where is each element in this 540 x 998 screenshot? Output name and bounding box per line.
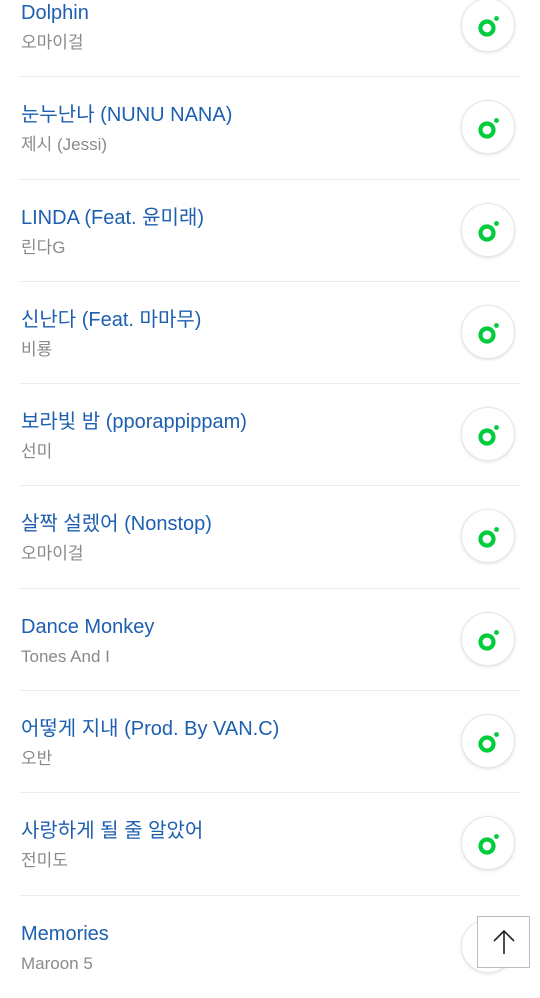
- song-artist[interactable]: 오마이걸: [21, 33, 84, 53]
- song-title[interactable]: 보라빛 밤 (pporappippam): [21, 410, 247, 434]
- list-item[interactable]: Dance Monkey Tones And I: [20, 589, 520, 692]
- song-artist[interactable]: 린다G: [21, 238, 66, 258]
- song-title[interactable]: Memories: [21, 922, 109, 946]
- list-item[interactable]: 신난다 (Feat. 마마무) 비룡: [20, 282, 520, 385]
- list-item[interactable]: 사랑하게 될 줄 알았어 전미도: [20, 793, 520, 896]
- song-artist[interactable]: Tones And I: [21, 647, 110, 667]
- song-title[interactable]: 눈누난나 (NUNU NANA): [21, 103, 232, 127]
- melon-play-button[interactable]: [461, 100, 515, 155]
- list-item[interactable]: 보라빛 밤 (pporappippam) 선미: [20, 384, 520, 487]
- melon-play-button[interactable]: [461, 202, 515, 257]
- melon-play-icon: [478, 425, 499, 446]
- song-title[interactable]: 살짝 설렜어 (Nonstop): [21, 512, 212, 536]
- arrow-up-icon: [493, 929, 515, 954]
- list-item[interactable]: 살짝 설렜어 (Nonstop) 오마이걸: [20, 486, 520, 589]
- melon-play-icon: [478, 16, 499, 37]
- melon-play-icon: [478, 118, 499, 139]
- melon-play-icon: [478, 834, 499, 855]
- song-artist[interactable]: 비룡: [21, 340, 52, 360]
- melon-play-icon: [478, 220, 499, 242]
- melon-play-icon: [478, 732, 499, 753]
- melon-play-icon: [478, 527, 499, 549]
- song-title[interactable]: LINDA (Feat. 윤미래): [21, 206, 204, 230]
- list-item[interactable]: Dolphin 오마이걸: [20, 0, 520, 78]
- melon-play-button[interactable]: [461, 0, 515, 52]
- melon-play-button[interactable]: [461, 611, 515, 666]
- melon-play-button[interactable]: [461, 816, 515, 871]
- list-item[interactable]: LINDA (Feat. 윤미래) 린다G: [20, 180, 520, 282]
- melon-play-button[interactable]: [461, 509, 515, 564]
- song-title[interactable]: 사랑하게 될 줄 알았어: [21, 819, 203, 843]
- song-artist[interactable]: 오반: [21, 749, 52, 769]
- song-artist[interactable]: 선미: [21, 442, 52, 462]
- song-title[interactable]: Dolphin: [21, 1, 89, 25]
- song-artist[interactable]: 제시 (Jessi): [21, 135, 107, 155]
- melon-play-button[interactable]: [461, 304, 515, 359]
- melon-play-button[interactable]: [461, 714, 515, 769]
- song-artist[interactable]: 전미도: [21, 851, 68, 871]
- song-title[interactable]: 신난다 (Feat. 마마무): [21, 308, 201, 332]
- scroll-to-top-button[interactable]: [477, 916, 530, 968]
- song-artist[interactable]: 오마이걸: [21, 544, 84, 564]
- list-item[interactable]: 어떻게 지내 (Prod. By VAN.C) 오반: [20, 691, 520, 794]
- song-list: Dolphin 오마이걸 눈누난나 (NUNU NANA) 제시 (Jessi)…: [0, 0, 540, 998]
- melon-play-button[interactable]: [461, 407, 515, 462]
- song-title[interactable]: Dance Monkey: [21, 615, 154, 639]
- melon-play-icon: [478, 322, 499, 344]
- song-title[interactable]: 어떻게 지내 (Prod. By VAN.C): [21, 717, 279, 741]
- list-item[interactable]: 눈누난나 (NUNU NANA) 제시 (Jessi): [20, 77, 520, 180]
- song-artist[interactable]: Maroon 5: [21, 954, 93, 974]
- melon-play-icon: [478, 629, 499, 651]
- list-item[interactable]: Memories Maroon 5: [20, 896, 520, 998]
